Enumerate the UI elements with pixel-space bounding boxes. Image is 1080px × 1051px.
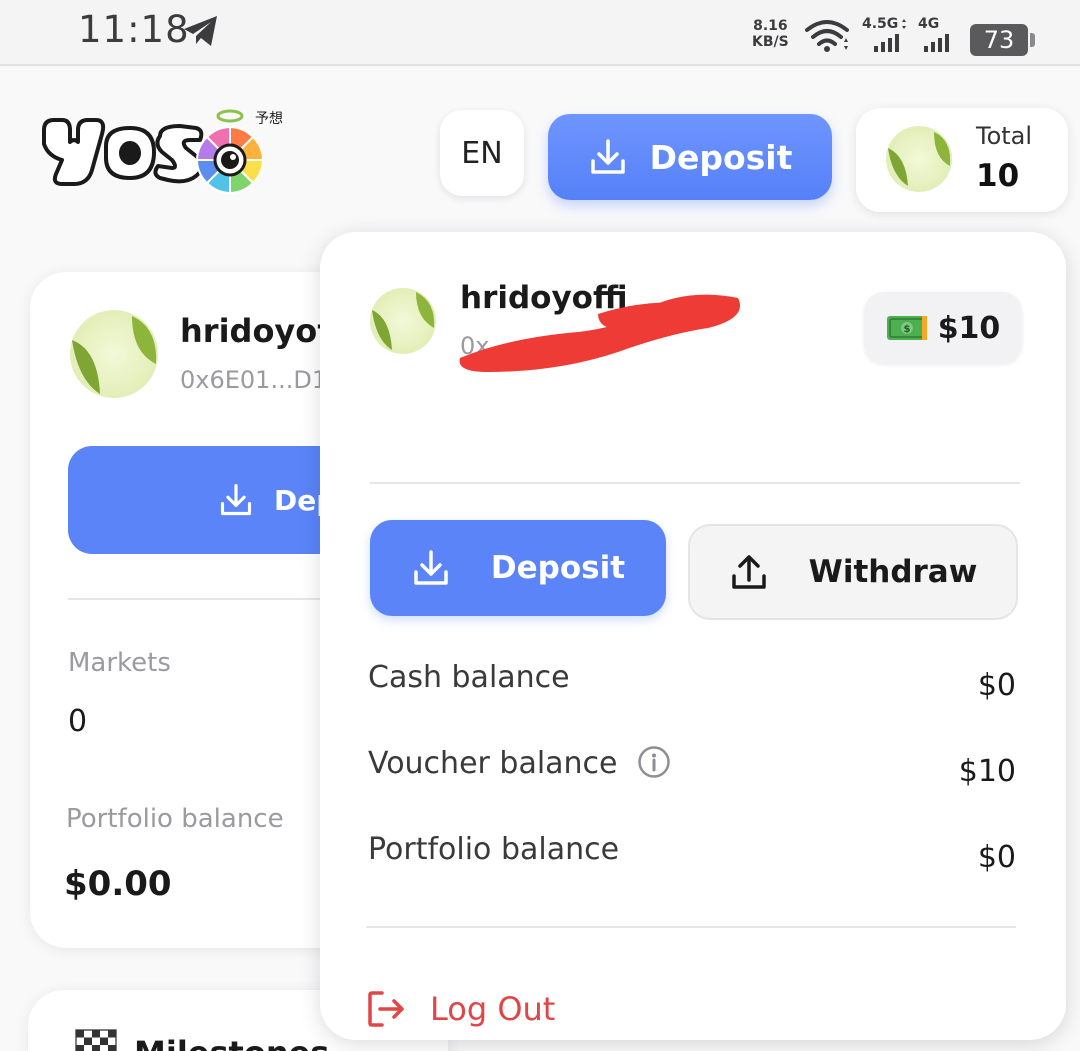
cash-balance-label: Cash balance xyxy=(368,660,570,695)
portfolio-balance-label: Portfolio balance xyxy=(368,832,620,867)
divider xyxy=(370,482,1020,484)
network-speed: 8.16 KB/S xyxy=(752,18,789,50)
markets-value: 0 xyxy=(68,704,88,739)
total-value: 10 xyxy=(976,158,1020,194)
account-dropdown: hridoyoffi 0x $ $10 Deposit Withdraw Cas… xyxy=(320,232,1066,1040)
svg-text:$: $ xyxy=(903,324,910,335)
logout-label: Log Out xyxy=(430,990,556,1028)
download-icon xyxy=(414,550,448,585)
voucher-balance-row: Voucher balance xyxy=(368,745,671,781)
yoso-logo[interactable] xyxy=(40,108,290,198)
wifi-icon xyxy=(805,20,849,52)
avatar xyxy=(370,288,436,354)
milestones-label: Milestones xyxy=(134,1034,329,1051)
avatar xyxy=(886,126,952,192)
logo-subtext: 予想 xyxy=(255,111,283,127)
profile-address: 0x6E01...D1 xyxy=(180,366,328,394)
status-bar: 11:18 8.16 KB/S 4.5G 4G 73 xyxy=(0,0,1080,66)
logout-icon xyxy=(368,991,404,1027)
markets-label: Markets xyxy=(68,648,171,678)
portfolio-label: Portfolio balance xyxy=(66,804,284,834)
redaction-mark xyxy=(459,294,740,372)
upload-icon xyxy=(731,555,766,589)
download-icon xyxy=(590,139,625,174)
portfolio-balance-value: $0 xyxy=(977,840,1016,875)
withdraw-button[interactable]: Withdraw xyxy=(688,524,1018,620)
money-icon: $ xyxy=(886,316,927,340)
withdraw-label: Withdraw xyxy=(808,554,978,590)
total-balance-button[interactable]: Total 10 xyxy=(856,108,1068,212)
language-button[interactable]: EN xyxy=(440,110,524,196)
deposit-label: Deposit xyxy=(490,550,626,586)
balance-pill: $ $10 xyxy=(864,292,1022,364)
total-label: Total xyxy=(976,122,1033,150)
avatar xyxy=(70,310,158,398)
info-icon[interactable] xyxy=(637,745,671,779)
download-icon xyxy=(220,484,252,516)
battery-icon: 73 xyxy=(970,24,1035,56)
header-deposit-button[interactable]: Deposit xyxy=(548,114,832,200)
signal-icon: 4G xyxy=(918,16,958,54)
signal-icon: 4.5G xyxy=(862,16,908,54)
cash-balance-value: $0 xyxy=(977,668,1016,703)
portfolio-value: $0.00 xyxy=(64,864,172,904)
logout-button[interactable]: Log Out xyxy=(366,984,555,1034)
balance-pill-value: $10 xyxy=(937,310,1001,346)
profile-username: hridoyof xyxy=(180,312,332,350)
divider xyxy=(366,926,1016,928)
page: 予想 EN Deposit Total 10 hridoyof 0x6E01..… xyxy=(0,68,1080,1051)
status-time: 11:18 xyxy=(78,8,190,51)
header-deposit-label: Deposit xyxy=(649,137,793,177)
voucher-balance-value: $10 xyxy=(958,754,1016,789)
deposit-button[interactable]: Deposit xyxy=(370,520,666,616)
voucher-balance-label: Voucher balance xyxy=(368,746,618,781)
checkered-flag-icon xyxy=(75,1029,117,1051)
telegram-icon xyxy=(184,16,217,46)
